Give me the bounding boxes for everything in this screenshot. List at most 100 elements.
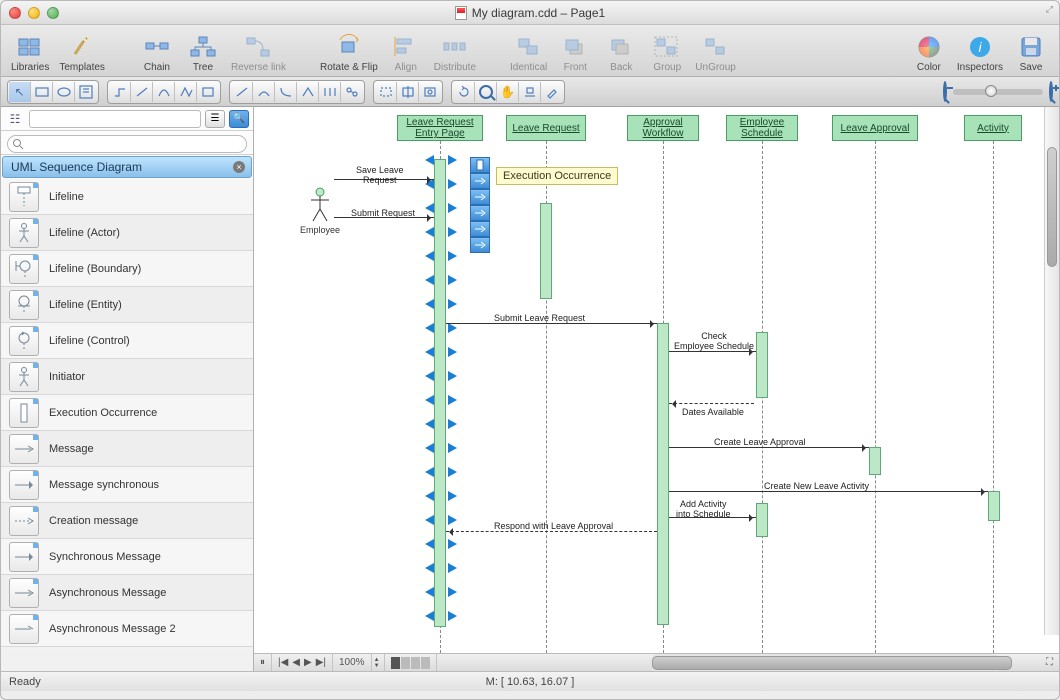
selection-handle[interactable] (448, 491, 462, 501)
smart-insert-option[interactable] (470, 221, 490, 237)
selection-handle[interactable] (420, 275, 434, 285)
snap-tool-1[interactable] (375, 82, 397, 102)
selection-handle[interactable] (448, 515, 462, 525)
selection-handle[interactable] (420, 419, 434, 429)
library-item[interactable]: Lifeline (Entity) (1, 287, 253, 323)
search-button[interactable]: 🔍 (229, 110, 249, 128)
activation-bar[interactable] (756, 503, 768, 537)
activation-bar[interactable] (988, 491, 1000, 521)
smart-insert-option[interactable] (470, 157, 490, 173)
library-item[interactable]: Message (1, 431, 253, 467)
page-tabs[interactable] (385, 654, 437, 672)
selection-handle[interactable] (448, 539, 462, 549)
ellipse-tool[interactable] (53, 82, 75, 102)
selection-handle[interactable] (448, 227, 462, 237)
zoom-in-icon[interactable] (1049, 83, 1053, 101)
selection-handle[interactable] (448, 251, 462, 261)
message-arrow[interactable] (669, 403, 754, 404)
activation-bar[interactable] (869, 447, 881, 475)
selection-handle[interactable] (448, 299, 462, 309)
activation-bar[interactable] (434, 159, 446, 627)
line-tool-6[interactable] (341, 82, 363, 102)
selection-handle[interactable] (420, 491, 434, 501)
smart-insert-option[interactable] (470, 173, 490, 189)
library-item[interactable]: Creation message (1, 503, 253, 539)
library-item[interactable]: Lifeline (Actor) (1, 215, 253, 251)
sidebar-search-input[interactable] (7, 135, 247, 153)
lifeline-head[interactable]: ApprovalWorkflow (627, 115, 699, 141)
lifeline-line[interactable] (875, 141, 876, 653)
selection-handle[interactable] (448, 467, 462, 477)
selection-handle[interactable] (448, 419, 462, 429)
connector-5[interactable] (197, 82, 219, 102)
view-zoom[interactable] (475, 82, 497, 102)
line-tool-2[interactable] (253, 82, 275, 102)
selection-handle[interactable] (448, 611, 462, 621)
selection-handle[interactable] (448, 347, 462, 357)
library-item[interactable]: Message synchronous (1, 467, 253, 503)
view-eyedropper[interactable] (541, 82, 563, 102)
horizontal-scrollbar[interactable] (652, 654, 1000, 672)
pause-icon[interactable]: ⏸ (254, 654, 272, 672)
selection-handle[interactable] (420, 155, 434, 165)
connector-3[interactable] (153, 82, 175, 102)
zoom-stepper[interactable]: ▲▼ (374, 657, 382, 669)
view-rotate[interactable] (453, 82, 475, 102)
message-arrow[interactable] (669, 447, 869, 448)
library-item[interactable]: Asynchronous Message (1, 575, 253, 611)
lifeline-head[interactable]: Leave RequestEntry Page (397, 115, 483, 141)
selection-handle[interactable] (448, 443, 462, 453)
fit-page-icon[interactable]: ⛶ (1040, 654, 1059, 672)
selection-handle[interactable] (420, 299, 434, 309)
toolbar-color[interactable]: Color (907, 27, 951, 75)
activation-bar[interactable] (756, 332, 768, 398)
selection-handle[interactable] (420, 587, 434, 597)
selection-handle[interactable] (420, 203, 434, 213)
selection-handle[interactable] (448, 323, 462, 333)
actor[interactable]: Employee (300, 187, 340, 235)
lifeline-line[interactable] (993, 141, 994, 653)
sidebar-filter-input[interactable] (29, 110, 201, 128)
toolbar-save[interactable]: Save (1009, 27, 1053, 75)
toolbar-chain[interactable]: Chain (135, 27, 179, 75)
vertical-scrollbar[interactable] (1044, 107, 1059, 635)
toolbar-templates[interactable]: Templates (55, 27, 109, 75)
snap-tool-2[interactable] (397, 82, 419, 102)
selection-handle[interactable] (420, 443, 434, 453)
selection-handle[interactable] (420, 515, 434, 525)
smart-insert-option[interactable] (470, 237, 490, 253)
text-tool[interactable] (75, 82, 97, 102)
selection-handle[interactable] (420, 563, 434, 573)
toolbar-rotate-flip[interactable]: Rotate & Flip (316, 27, 382, 75)
selection-handle[interactable] (448, 203, 462, 213)
line-tool-4[interactable] (297, 82, 319, 102)
zoom-button[interactable] (47, 7, 59, 19)
line-tool-3[interactable] (275, 82, 297, 102)
message-arrow[interactable] (669, 491, 988, 492)
zoom-value[interactable]: 100% (333, 654, 372, 672)
page-nav[interactable]: |◀◀▶▶| (272, 654, 333, 672)
selection-handle[interactable] (420, 227, 434, 237)
selection-handle[interactable] (420, 467, 434, 477)
view-stamp[interactable] (519, 82, 541, 102)
library-item[interactable]: Lifeline (Boundary) (1, 251, 253, 287)
view-hand[interactable]: ✋ (497, 82, 519, 102)
rect-tool[interactable] (31, 82, 53, 102)
minimize-button[interactable] (28, 7, 40, 19)
library-item[interactable]: Lifeline (1, 179, 253, 215)
selection-handle[interactable] (420, 539, 434, 549)
lifeline-head[interactable]: Leave Request (506, 115, 586, 141)
selection-handle[interactable] (448, 155, 462, 165)
zoom-out-icon[interactable] (943, 83, 947, 101)
library-item[interactable]: Synchronous Message (1, 539, 253, 575)
library-item[interactable]: Initiator (1, 359, 253, 395)
lifeline-head[interactable]: Leave Approval (832, 115, 918, 141)
lifeline-head[interactable]: EmployeeSchedule (726, 115, 798, 141)
selection-handle[interactable] (420, 611, 434, 621)
close-button[interactable] (9, 7, 21, 19)
library-header[interactable]: UML Sequence Diagram × (2, 156, 252, 178)
connector-4[interactable] (175, 82, 197, 102)
library-item[interactable]: Lifeline (Control) (1, 323, 253, 359)
canvas[interactable]: Leave RequestEntry Page Leave Request Appr… (254, 107, 1059, 653)
line-tool-5[interactable] (319, 82, 341, 102)
